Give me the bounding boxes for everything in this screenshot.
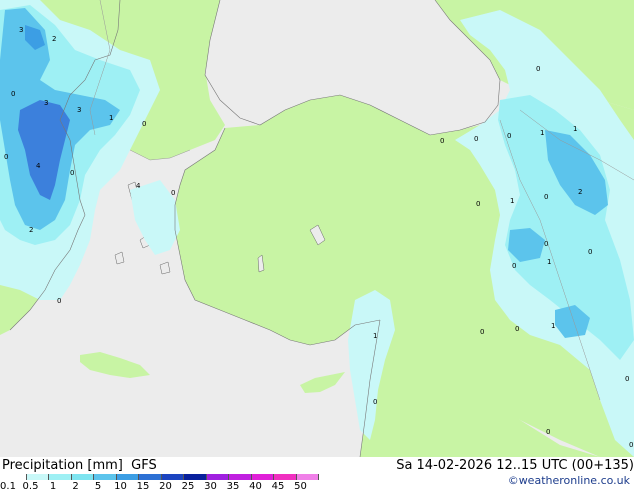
color-scale-swatch xyxy=(116,474,139,480)
value-label: 0 xyxy=(536,65,540,73)
color-scale-label: 35 xyxy=(226,481,240,492)
color-scale-swatch xyxy=(26,474,49,480)
value-label: 0 xyxy=(70,169,74,177)
color-scale-swatch xyxy=(251,474,274,480)
color-scale-swatch xyxy=(161,474,184,480)
color-scale-swatch xyxy=(4,474,27,480)
color-scale-label: 50 xyxy=(294,481,307,492)
value-label: 1 xyxy=(547,258,551,266)
value-label: 0 xyxy=(11,90,15,98)
value-label: 0 xyxy=(4,153,8,161)
value-label: 1 xyxy=(540,129,544,137)
value-label: 1 xyxy=(109,114,113,122)
value-label: 2 xyxy=(578,188,582,196)
color-scale-label: 20 xyxy=(159,481,172,492)
value-label: 2 xyxy=(29,226,33,234)
color-scale-label: 25 xyxy=(181,481,195,492)
value-label: 3 xyxy=(77,106,81,114)
value-label: 0 xyxy=(515,325,519,333)
value-label: 0 xyxy=(142,120,146,128)
value-label: 0 xyxy=(440,137,444,145)
credit-link[interactable]: ©weatheronline.co.uk xyxy=(508,474,630,487)
value-label: 0 xyxy=(629,441,633,449)
value-label: 0 xyxy=(57,297,61,305)
color-scale-label: 10 xyxy=(114,481,127,492)
color-scale-swatch xyxy=(49,474,72,480)
color-scale-swatch xyxy=(274,474,297,480)
color-scale-swatch xyxy=(94,474,117,480)
value-label: 0 xyxy=(373,398,377,406)
value-label: 0 xyxy=(480,328,484,336)
value-label: 0 xyxy=(476,200,480,208)
color-scale-label: 0.1 xyxy=(0,481,16,492)
value-label: 1 xyxy=(510,197,514,205)
color-scale-swatch xyxy=(296,474,319,480)
color-scale-swatch xyxy=(184,474,207,480)
forecast-datetime: Sa 14-02-2026 12..15 UTC (00+135) xyxy=(396,458,634,473)
color-scale-label: 40 xyxy=(249,481,262,492)
color-scale-label: 5 xyxy=(94,481,102,492)
value-label: 0 xyxy=(474,135,478,143)
map-title: Precipitation [mm] GFS xyxy=(2,458,157,473)
color-scale-label: 0.5 xyxy=(22,481,39,492)
color-scale-swatch xyxy=(139,474,162,480)
value-label: 0 xyxy=(546,428,550,436)
value-label: 0 xyxy=(512,262,516,270)
map-footer: Precipitation [mm] GFS Sa 14-02-2026 12.… xyxy=(0,457,634,492)
value-label: 1 xyxy=(573,125,577,133)
value-label: 0 xyxy=(507,132,511,140)
value-label: 1 xyxy=(551,322,555,330)
color-scale xyxy=(4,474,319,480)
value-label: 0 xyxy=(544,240,548,248)
color-scale-swatch xyxy=(71,474,94,480)
color-scale-label: 2 xyxy=(72,481,79,492)
value-label: 2 xyxy=(52,35,56,43)
value-label: 0 xyxy=(625,375,629,383)
value-label: 0 xyxy=(171,189,175,197)
precipitation-map[interactable]: 3 2 3 3 4 1 0 0 0 0 4 0 2 0 0 0 0 0 0 0 … xyxy=(0,0,634,457)
value-label: 3 xyxy=(44,99,48,107)
color-scale-swatch xyxy=(229,474,252,480)
color-scale-label: 15 xyxy=(136,481,150,492)
value-label: 4 xyxy=(136,182,141,190)
value-label: 0 xyxy=(588,248,592,256)
color-scale-label: 1 xyxy=(49,481,57,492)
color-scale-label: 30 xyxy=(204,481,217,492)
value-label: 4 xyxy=(36,162,41,170)
color-scale-label: 45 xyxy=(271,481,285,492)
value-label: 0 xyxy=(544,193,548,201)
value-label: 3 xyxy=(19,26,23,34)
color-scale-swatch xyxy=(206,474,229,480)
value-label: 1 xyxy=(373,332,377,340)
